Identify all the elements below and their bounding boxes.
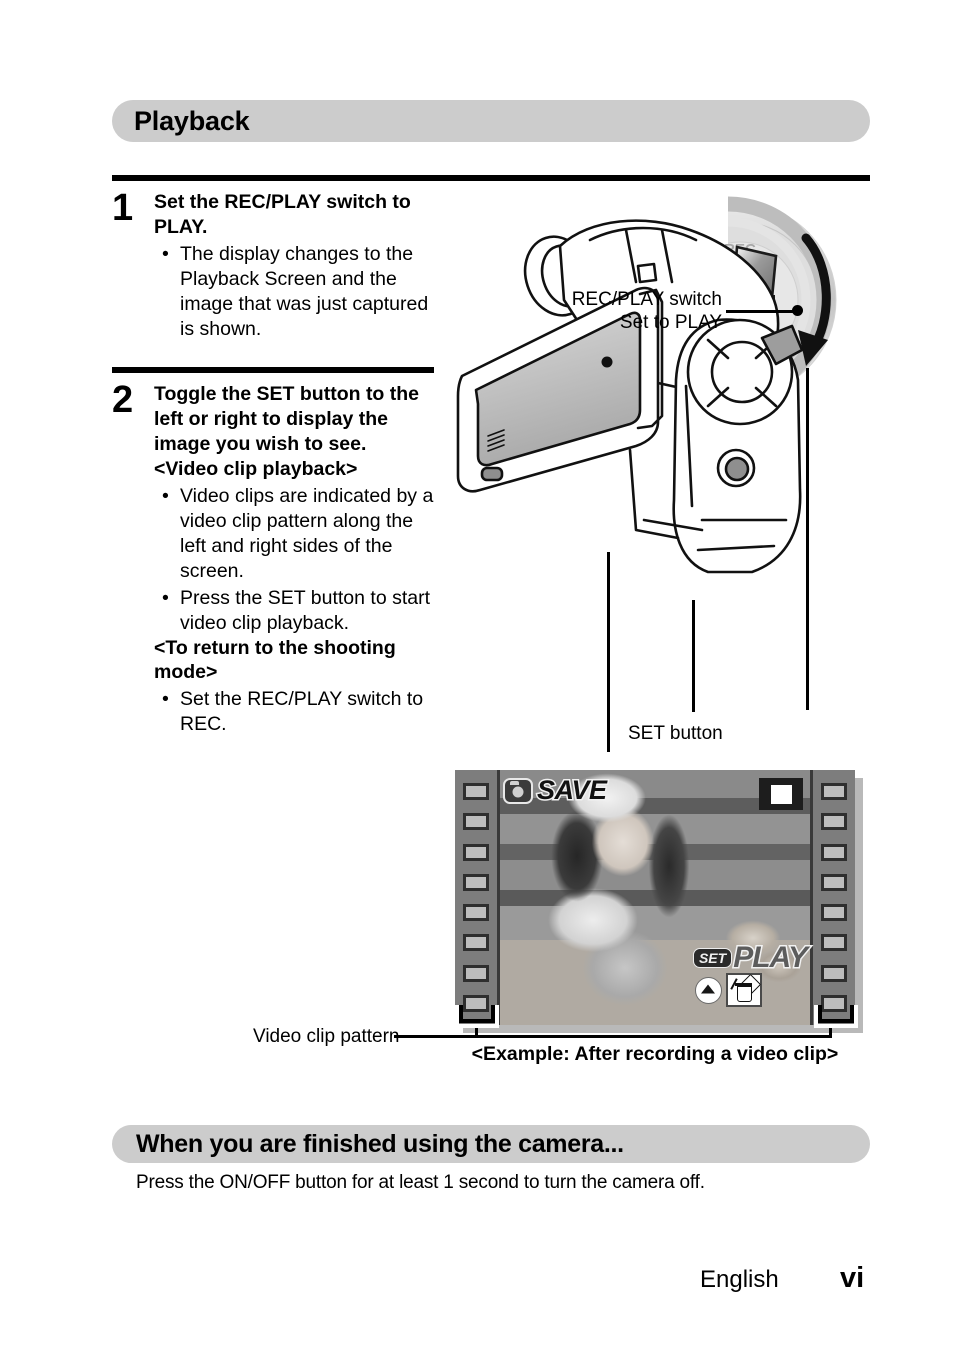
- set-badge: SET: [692, 947, 733, 968]
- list-item: • Set the REC/PLAY switch to REC.: [154, 687, 444, 737]
- list-item-text: Press the SET button to start video clip…: [180, 586, 431, 634]
- sprocket: [463, 904, 489, 922]
- camera-icon: [503, 778, 533, 804]
- leader-line-rec-play: [726, 310, 798, 313]
- sprocket: [821, 904, 847, 922]
- camera-icon-lens: [512, 786, 524, 798]
- sprocket: [821, 783, 847, 801]
- bullet-dot: •: [162, 688, 169, 711]
- playback-screen: SAVE SET PLAY: [455, 770, 863, 1033]
- lcd-leader-dot: [601, 356, 613, 368]
- sprocket: [821, 843, 847, 861]
- leader-line-play-switch-vertical: [806, 368, 809, 710]
- sprocket: [463, 843, 489, 861]
- bullet-dot: •: [162, 242, 169, 265]
- sprocket: [821, 934, 847, 952]
- callout-rec-play-line-1: REC/PLAY switch: [571, 289, 722, 310]
- lcd-slider-switch[interactable]: [480, 466, 504, 482]
- list-item: • Video clips are indicated by a video c…: [154, 484, 444, 584]
- leader-line-set-button-vertical: [692, 600, 695, 712]
- sprocket: [463, 873, 489, 891]
- list-item-text: Video clips are indicated by a video cli…: [180, 484, 434, 582]
- play-hint-row: SET PLAY: [692, 940, 810, 974]
- footer-language: English: [700, 1266, 779, 1293]
- sprocket: [821, 964, 847, 982]
- play-hint-icon-row: [694, 973, 762, 1007]
- list-item: • Press the SET button to start video cl…: [154, 586, 444, 636]
- divider-above-step-2: [112, 367, 434, 373]
- bracket-right: [818, 1005, 854, 1023]
- bullet-dot: •: [162, 586, 169, 609]
- step-1: 1 Set the REC/PLAY switch to PLAY. • The…: [112, 187, 444, 342]
- up-triangle-icon: [694, 976, 722, 1004]
- divider-above-step-1: [112, 175, 870, 181]
- section-header-finished: When you are finished using the camera..…: [112, 1125, 870, 1163]
- sprocket: [821, 873, 847, 891]
- bullet-dot: •: [162, 484, 169, 507]
- trash-icon-can: [734, 983, 752, 1002]
- leader-line-video-clip-span: [475, 1035, 832, 1038]
- step-1-heading: Set the REC/PLAY switch to PLAY.: [154, 191, 411, 238]
- list-item: • The display changes to the Playback Sc…: [154, 242, 444, 342]
- finished-section-title: When you are finished using the camera..…: [136, 1129, 624, 1158]
- save-status-label: SAVE: [536, 774, 609, 807]
- sprocket: [821, 813, 847, 831]
- step-1-bullets: • The display changes to the Playback Sc…: [154, 242, 444, 342]
- footer-page-number: vi: [840, 1262, 865, 1294]
- single-frame-icon-inner: [770, 784, 792, 804]
- camcorder-illustration: REC PLAY: [440, 190, 837, 574]
- leader-line-video-clip-label: [394, 1035, 478, 1038]
- callout-rec-play-line-2: Set to PLAY: [619, 312, 722, 334]
- up-triangle-glyph: [701, 984, 716, 994]
- play-label: PLAY: [732, 940, 810, 974]
- callout-set-button: SET button: [628, 723, 723, 744]
- sprocket: [463, 934, 489, 952]
- bracket-left: [459, 1005, 495, 1023]
- step-2-subheading-return-to-shooting-mode: <To return to the shooting mode>: [154, 636, 396, 684]
- set-button[interactable]: [724, 456, 750, 482]
- trash-icon: [725, 973, 762, 1007]
- list-item-text: The display changes to the Playback Scre…: [180, 242, 429, 340]
- list-item-text: Set the REC/PLAY switch to REC.: [180, 688, 424, 736]
- sprocket: [463, 783, 489, 801]
- camera-icon-hump: [510, 781, 519, 785]
- page-title: Playback: [134, 105, 250, 136]
- leader-line-lcd-vertical: [607, 552, 610, 752]
- step-2-heading: Toggle the SET button to the left or rig…: [154, 383, 420, 455]
- step-2: 2 Toggle the SET button to the left or r…: [112, 379, 444, 737]
- finished-section-note: Press the ON/OFF button for at least 1 s…: [136, 1172, 705, 1193]
- screen-frame: SAVE SET PLAY: [455, 770, 855, 1025]
- single-frame-icon: [759, 778, 803, 810]
- video-clip-pattern-left: [455, 770, 500, 1025]
- caption-example: <Example: After recording a video clip>: [471, 1043, 839, 1065]
- section-header-playback: Playback: [112, 100, 870, 142]
- callout-rec-play-switch: REC/PLAY switch Set to PLAY: [540, 288, 722, 334]
- step-2-bullets-video-clip: • Video clips are indicated by a video c…: [154, 484, 444, 636]
- sprocket: [463, 964, 489, 982]
- sprocket: [463, 813, 489, 831]
- play-control-hint: SET PLAY: [692, 940, 810, 1007]
- step-2-bullets-return: • Set the REC/PLAY switch to REC.: [154, 687, 444, 737]
- callout-video-clip-pattern: Video clip pattern: [253, 1026, 400, 1047]
- leader-dot-rec-play: [792, 305, 803, 316]
- step-2-number: 2: [112, 379, 134, 421]
- video-clip-pattern-right: [810, 770, 855, 1025]
- step-2-subheading-video-clip-playback: <Video clip playback>: [154, 457, 358, 480]
- step-1-number: 1: [112, 187, 134, 229]
